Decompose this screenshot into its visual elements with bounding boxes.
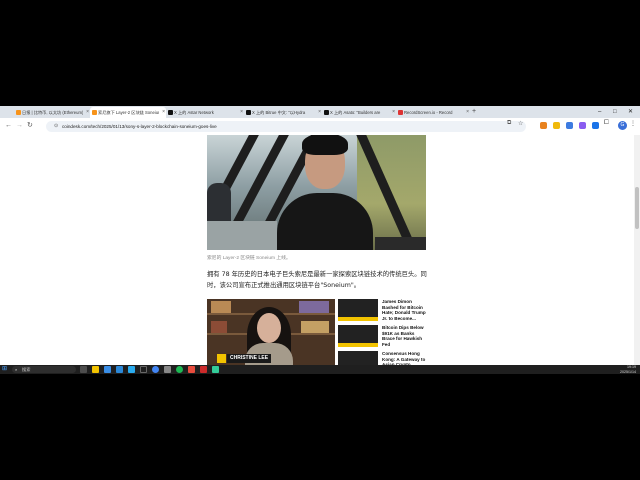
related-video-item[interactable]: James Dimon Bashed for Bitcoin Hate; Don…: [338, 299, 426, 323]
tab-strip: 日报 | 比特币, 以太坊 (Ethereum) 和Crypto × 索尼旗下 …: [0, 106, 640, 118]
app-icon[interactable]: [164, 366, 171, 373]
close-tab-icon[interactable]: ×: [240, 107, 243, 118]
app-icon[interactable]: [140, 366, 147, 373]
minimize-button[interactable]: –: [598, 106, 601, 118]
close-tab-icon[interactable]: ×: [392, 107, 395, 118]
video-thumbnail[interactable]: [338, 299, 378, 321]
image-caption: 索尼的 Layer-2 区块链 Soneium 上线。: [207, 256, 291, 261]
address-bar: ← → ↻ ⊙ coindesk.com/tech/2025/01/13/son…: [0, 118, 640, 136]
extension-icon[interactable]: [566, 122, 573, 129]
profile-avatar[interactable]: G: [618, 121, 627, 130]
site-info-icon[interactable]: ⊙: [54, 123, 58, 129]
tab-label: X 上的 Astar Network: [174, 110, 214, 115]
tab-label: X 上的 Bitrue 中文: "以Hydra: [252, 110, 306, 115]
record-favicon-icon: [398, 110, 403, 115]
x-logo-icon: [324, 110, 329, 115]
page-scrollbar[interactable]: [634, 135, 640, 365]
page-content: 索尼的 Layer-2 区块链 Soneium 上线。 拥有 78 年历史的日本…: [0, 135, 634, 373]
related-video-title[interactable]: James Dimon Bashed for Bitcoin Hate; Don…: [382, 299, 426, 321]
acrobat-icon[interactable]: [200, 366, 207, 373]
app-icon[interactable]: [176, 366, 183, 373]
video-player[interactable]: CHRISTINE LEE: [207, 299, 335, 365]
taskbar-search[interactable]: ⌕ 搜索: [12, 366, 76, 373]
coindesk-favicon-icon: [92, 110, 97, 115]
file-explorer-icon[interactable]: [92, 366, 99, 373]
menu-kebab-icon[interactable]: ⋮: [630, 120, 636, 127]
reload-icon[interactable]: ↻: [27, 121, 33, 131]
tab-label: X 上的 Asato: "Builders are: [330, 110, 381, 115]
system-clock[interactable]: 19:19 2025/1/14: [600, 365, 636, 374]
related-video-item[interactable]: Bitcoin Dips Below $91K as Banks Brace f…: [338, 325, 426, 349]
tab-label: 日报 | 比特币, 以太坊 (Ethereum) 和Crypto: [22, 110, 83, 115]
related-video-title[interactable]: Bitcoin Dips Below $91K as Banks Brace f…: [382, 325, 426, 347]
new-tab-button[interactable]: +: [472, 106, 476, 118]
task-view-icon[interactable]: [80, 366, 87, 373]
forward-arrow-icon[interactable]: →: [16, 121, 23, 131]
extensions-puzzle-icon[interactable]: ⧠: [604, 120, 609, 127]
scrollbar-thumb[interactable]: [635, 187, 639, 229]
tab-4[interactable]: X 上的 Asato: "Builders are ×: [322, 107, 396, 118]
extension-icon[interactable]: [579, 122, 586, 129]
taskbar-search-placeholder: 搜索: [22, 367, 31, 372]
close-tab-icon[interactable]: ×: [466, 107, 469, 118]
translate-icon[interactable]: ⧉: [507, 120, 511, 127]
url-text: coindesk.com/tech/2025/01/13/sony-s-laye…: [62, 124, 217, 129]
tab-1[interactable]: 索尼旗下 Layer-2 区块链 Soneium ×: [90, 107, 166, 118]
maximize-button[interactable]: □: [613, 106, 617, 118]
close-tab-icon[interactable]: ×: [318, 107, 321, 118]
windows-taskbar: ⊞ ⌕ 搜索 19:19 2025/1/14: [0, 365, 640, 374]
windows-start-icon[interactable]: ⊞: [2, 366, 7, 373]
tab-3[interactable]: X 上的 Bitrue 中文: "以Hydra ×: [244, 107, 322, 118]
video-thumbnail[interactable]: [338, 325, 378, 347]
host-nameplate: CHRISTINE LEE: [227, 354, 272, 363]
article-paragraph: 拥有 78 年历史的日本电子巨头索尼是最新一家探索区块链技术的传统巨头。同时，该…: [207, 271, 427, 289]
tab-label: 索尼旗下 Layer-2 区块链 Soneium: [98, 110, 159, 115]
desktop-screen: 日报 | 比特币, 以太坊 (Ethereum) 和Crypto × 索尼旗下 …: [0, 106, 640, 374]
back-arrow-icon[interactable]: ←: [5, 121, 12, 131]
coindesk-favicon-icon: [16, 110, 21, 115]
bookmark-star-icon[interactable]: ☆: [518, 120, 523, 127]
chrome-icon[interactable]: [152, 366, 159, 373]
x-logo-icon: [168, 110, 173, 115]
metamask-extension-icon[interactable]: [540, 122, 547, 129]
tab-label: RecordScreen.io - Record: [404, 110, 453, 115]
channel-logo-icon: [217, 354, 226, 363]
search-icon: ⌕: [15, 367, 18, 372]
app-icon[interactable]: [212, 366, 219, 373]
tab-5[interactable]: RecordScreen.io - Record ×: [396, 107, 470, 118]
wallet-extension-icon[interactable]: [553, 122, 560, 129]
close-tab-icon[interactable]: ×: [162, 107, 165, 118]
extension-icon[interactable]: [592, 122, 599, 129]
article-hero-image: [207, 135, 426, 250]
telegram-icon[interactable]: [128, 366, 135, 373]
tab-2[interactable]: X 上的 Astar Network ×: [166, 107, 244, 118]
store-icon[interactable]: [116, 366, 123, 373]
x-logo-icon: [246, 110, 251, 115]
edge-icon[interactable]: [104, 366, 111, 373]
close-tab-icon[interactable]: ×: [86, 107, 89, 118]
clock-date: 2025/1/14: [620, 369, 636, 374]
url-field[interactable]: ⊙ coindesk.com/tech/2025/01/13/sony-s-la…: [46, 121, 526, 132]
app-icon[interactable]: [188, 366, 195, 373]
tab-0[interactable]: 日报 | 比特币, 以太坊 (Ethereum) 和Crypto ×: [14, 107, 90, 118]
close-window-button[interactable]: ✕: [628, 106, 633, 118]
